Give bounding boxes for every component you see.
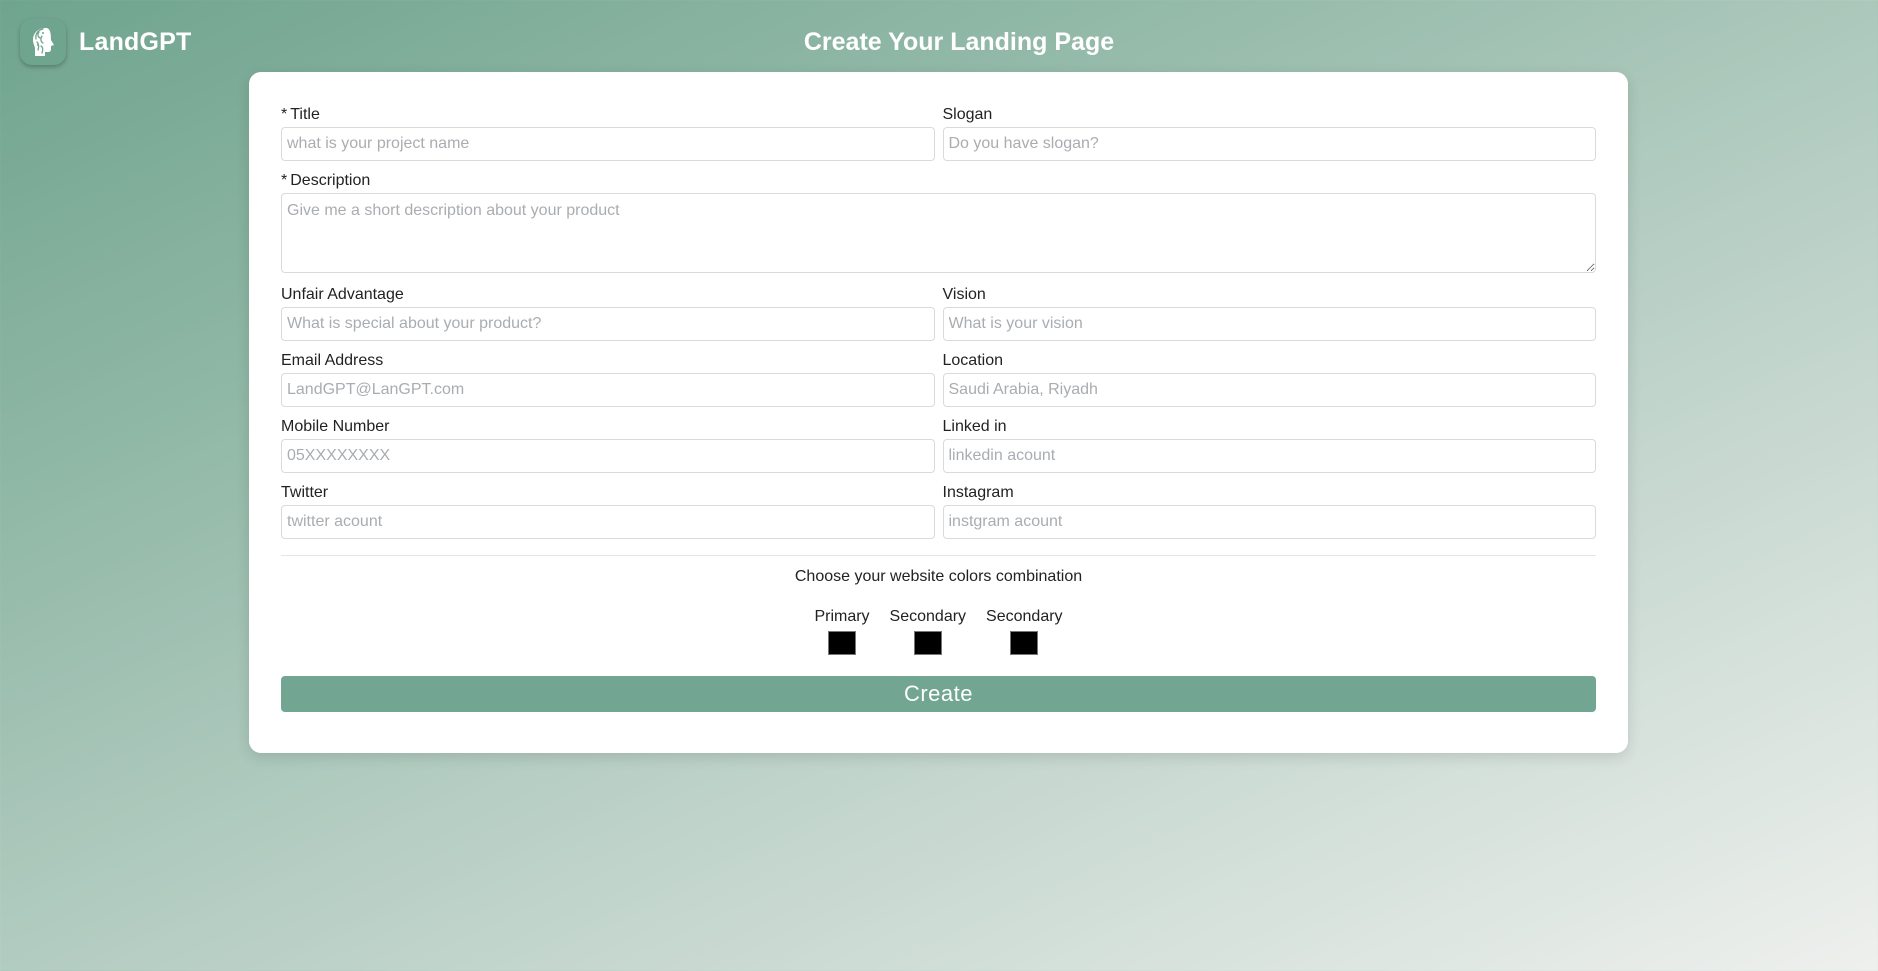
- tertiary-color-swatch[interactable]: [1010, 631, 1039, 655]
- mobile-input[interactable]: [281, 439, 935, 473]
- description-textarea[interactable]: [281, 193, 1596, 273]
- secondary-color-swatch[interactable]: [913, 631, 942, 655]
- tertiary-color-picker: Secondary: [986, 607, 1063, 655]
- instagram-field: Instagram: [942, 483, 1596, 539]
- form-row: Email Address Location: [281, 351, 1596, 407]
- create-button[interactable]: Create: [281, 676, 1596, 712]
- location-label: Location: [942, 352, 1004, 369]
- linkedin-input[interactable]: [942, 439, 1596, 473]
- title-field: * Title: [281, 105, 935, 161]
- unfair-advantage-label: Unfair Advantage: [281, 286, 404, 303]
- page-title: Create Your Landing Page: [803, 28, 1115, 56]
- slogan-label: Slogan: [942, 106, 993, 123]
- tertiary-color-label: Secondary: [986, 608, 1063, 625]
- required-marker: *: [281, 172, 288, 189]
- primary-color-swatch[interactable]: [827, 631, 856, 655]
- vision-input[interactable]: [942, 307, 1596, 341]
- twitter-input[interactable]: [281, 505, 935, 539]
- primary-color-label: Primary: [814, 608, 870, 625]
- colors-title: Choose your website colors combination: [794, 568, 1083, 585]
- description-field: * Description: [281, 171, 1596, 273]
- title-label: * Title: [281, 106, 320, 123]
- twitter-field: Twitter: [281, 483, 935, 539]
- unfair-advantage-input[interactable]: [281, 307, 935, 341]
- instagram-input[interactable]: [942, 505, 1596, 539]
- title-input[interactable]: [281, 127, 935, 161]
- slogan-input[interactable]: [942, 127, 1596, 161]
- form-row: Twitter Instagram: [281, 483, 1596, 539]
- linkedin-field: Linked in: [942, 417, 1596, 473]
- form-row: *Title Slogan: [281, 105, 1596, 161]
- location-field: Location: [942, 351, 1596, 407]
- email-label: Email Address: [281, 352, 384, 369]
- secondary-color-picker: Secondary: [889, 607, 967, 655]
- location-input[interactable]: [942, 373, 1596, 407]
- twitter-label: Twitter: [281, 484, 329, 501]
- primary-color-picker: Primary: [814, 607, 870, 655]
- description-label: * Description: [281, 172, 371, 189]
- email-field: Email Address: [281, 351, 935, 407]
- required-marker: *: [281, 106, 288, 123]
- mobile-field: Mobile Number: [281, 417, 935, 473]
- vision-label: Vision: [942, 286, 986, 303]
- slogan-field: Slogan: [942, 105, 1596, 161]
- form-row: Mobile Number Linked in: [281, 417, 1596, 473]
- color-pickers: Primary Secondary Secondary: [281, 607, 1596, 655]
- linkedin-label: Linked in: [942, 418, 1007, 435]
- secondary-color-label: Secondary: [889, 608, 967, 625]
- instagram-label: Instagram: [942, 484, 1014, 501]
- vision-field: Vision: [942, 285, 1596, 341]
- landing-page-form: *Title Slogan *Description Unfair Advant…: [249, 72, 1628, 753]
- email-input[interactable]: [281, 373, 935, 407]
- form-row: Unfair Advantage Vision: [281, 285, 1596, 341]
- mobile-label: Mobile Number: [281, 418, 390, 435]
- unfair-advantage-field: Unfair Advantage: [281, 285, 935, 341]
- divider: [281, 555, 1596, 556]
